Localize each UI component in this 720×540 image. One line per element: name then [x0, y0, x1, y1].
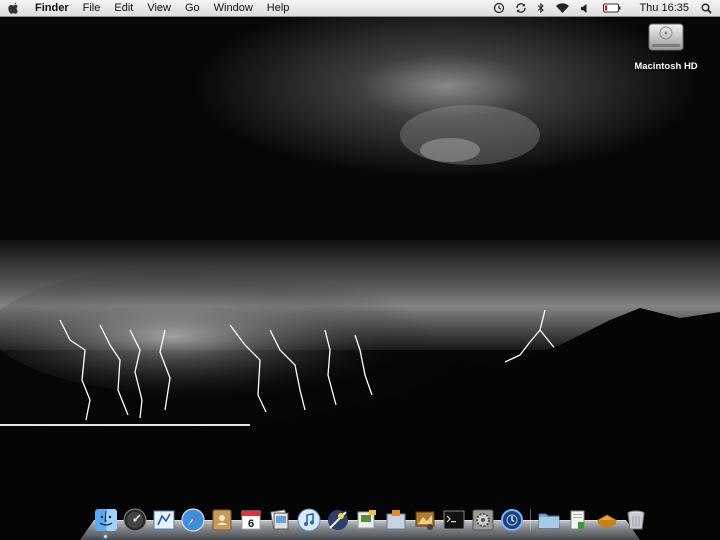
hard-drive-icon — [648, 23, 684, 51]
documents-stack-icon — [570, 510, 584, 529]
image-capture-icon — [415, 511, 434, 530]
dock-item-iweb[interactable] — [382, 506, 409, 533]
dock-item-mail[interactable] — [150, 506, 177, 533]
ical-icon: 6 — [241, 510, 260, 530]
dock-item-system-preferences[interactable] — [469, 506, 496, 533]
dock-item-documents[interactable] — [564, 506, 591, 533]
time-machine-dock-icon — [500, 508, 523, 531]
time-machine-icon[interactable] — [488, 0, 510, 16]
trash-icon — [627, 510, 644, 529]
mail-icon — [153, 510, 174, 529]
dock-separator — [527, 509, 533, 533]
menu-edit[interactable]: Edit — [107, 0, 140, 16]
ical-date: 6 — [247, 518, 253, 530]
dock-item-trash[interactable] — [622, 506, 649, 533]
iweb-icon — [386, 509, 405, 529]
dock-item-time-machine[interactable] — [498, 506, 525, 533]
menu-window[interactable]: Window — [207, 0, 260, 16]
imovie-icon — [357, 509, 376, 528]
dashboard-icon — [123, 508, 146, 531]
finder-icon — [94, 508, 117, 531]
wifi-icon[interactable] — [550, 0, 575, 16]
dock-item-safari[interactable] — [179, 506, 206, 533]
desktop-icon-macintosh-hd[interactable]: Macintosh HD — [630, 20, 702, 72]
menu-clock[interactable]: Thu 16:35 — [629, 0, 697, 16]
dock-item-address-book[interactable] — [208, 506, 235, 533]
menu-file[interactable]: File — [76, 0, 108, 16]
terminal-icon — [443, 510, 464, 529]
bluetooth-icon[interactable] — [532, 0, 550, 16]
applications-folder-icon — [538, 513, 559, 528]
dock-item-terminal[interactable] — [440, 506, 467, 533]
itunes-icon — [297, 508, 320, 531]
iphoto-icon — [327, 509, 348, 530]
dock-item-applications[interactable] — [535, 506, 562, 533]
desktop-icon-label: Macintosh HD — [634, 61, 698, 72]
dock-item-imovie[interactable] — [353, 506, 380, 533]
dock-item-ical[interactable]: 6 — [237, 506, 264, 533]
preview-icon — [269, 509, 288, 529]
sync-icon[interactable] — [510, 0, 532, 16]
volume-icon[interactable] — [575, 0, 595, 16]
menu-go[interactable]: Go — [178, 0, 207, 16]
address-book-icon — [212, 509, 231, 530]
downloads-stack-icon — [596, 513, 617, 529]
dock: 6 — [92, 503, 649, 538]
desktop-wallpaper — [0, 0, 720, 540]
dock-item-itunes[interactable] — [295, 506, 322, 533]
spotlight-icon[interactable] — [697, 0, 720, 16]
dock-item-finder[interactable] — [92, 506, 119, 538]
apple-logo-icon[interactable] — [0, 2, 28, 15]
dock-item-iphoto[interactable] — [324, 506, 351, 533]
battery-icon[interactable] — [595, 0, 629, 16]
safari-icon — [180, 507, 205, 532]
menu-view[interactable]: View — [140, 0, 178, 16]
menu-help[interactable]: Help — [260, 0, 297, 16]
menu-bar: Finder File Edit View Go Window Help Thu… — [0, 0, 720, 17]
running-indicator — [104, 535, 107, 538]
status-menu-area: Thu 16:35 — [488, 0, 720, 16]
system-preferences-icon — [472, 509, 493, 530]
dock-item-image-capture[interactable] — [411, 506, 438, 533]
dock-item-downloads[interactable] — [593, 506, 620, 533]
dock-item-preview[interactable] — [266, 506, 293, 533]
menu-app-finder[interactable]: Finder — [28, 0, 76, 16]
dock-item-dashboard[interactable] — [121, 506, 148, 533]
